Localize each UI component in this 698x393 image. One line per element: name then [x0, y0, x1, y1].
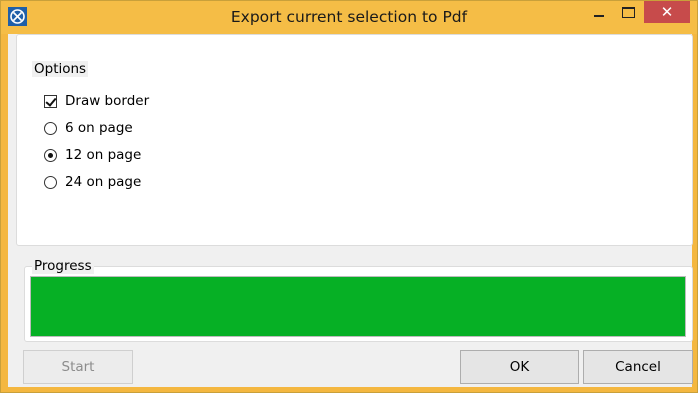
minimize-button[interactable] — [585, 1, 613, 26]
title-bar[interactable]: Export current selection to Pdf ✕ — [1, 1, 697, 34]
radio-label: 6 on page — [65, 120, 133, 136]
radio-label: 12 on page — [65, 147, 142, 163]
maximize-button[interactable] — [614, 1, 642, 26]
options-group — [16, 34, 693, 246]
radio-6-on-page[interactable]: 6 on page — [44, 118, 133, 138]
progress-bar-fill — [31, 277, 685, 336]
radio-24-on-page[interactable]: 24 on page — [44, 172, 141, 192]
options-legend: Options — [32, 61, 89, 77]
draw-border-checkbox[interactable]: Draw border — [44, 91, 149, 111]
draw-border-label: Draw border — [65, 93, 150, 109]
radio-label: 24 on page — [65, 174, 142, 190]
ok-button[interactable]: OK — [460, 350, 579, 384]
cancel-button[interactable]: Cancel — [583, 350, 693, 384]
radio-checked-icon[interactable] — [44, 148, 57, 162]
radio-unchecked-icon[interactable] — [44, 175, 57, 189]
checkbox-checked-icon[interactable] — [44, 94, 57, 108]
radio-12-on-page[interactable]: 12 on page — [44, 145, 141, 165]
progress-bar — [30, 276, 686, 337]
radio-unchecked-icon[interactable] — [44, 121, 57, 135]
close-icon: ✕ — [660, 3, 674, 21]
progress-legend: Progress — [32, 258, 94, 274]
close-button[interactable]: ✕ — [644, 1, 690, 23]
start-button[interactable]: Start — [23, 350, 133, 384]
